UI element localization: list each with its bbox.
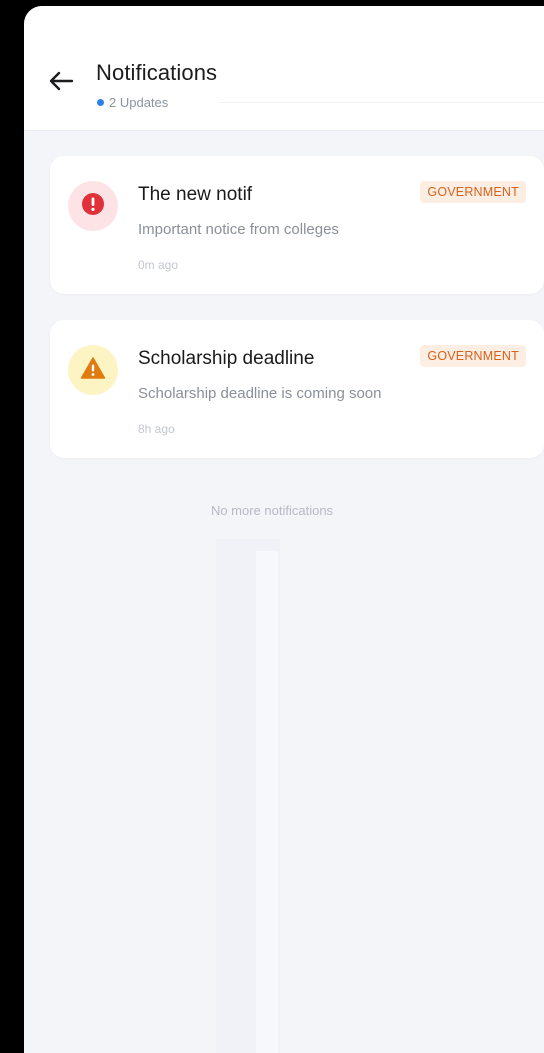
notification-card[interactable]: The new notif GOVERNMENT Important notic… bbox=[50, 156, 544, 294]
warning-triangle-icon bbox=[80, 356, 106, 385]
updates-indicator: 2 Updates bbox=[97, 95, 168, 110]
divider bbox=[220, 102, 544, 103]
notification-title: The new notif bbox=[138, 184, 253, 205]
update-dot-icon bbox=[97, 99, 104, 106]
notification-description: Scholarship deadline is coming soon bbox=[138, 385, 382, 402]
notification-time: 8h ago bbox=[138, 422, 175, 436]
alert-icon-badge bbox=[68, 181, 118, 231]
end-of-list-message: No more notifications bbox=[210, 503, 334, 518]
notification-description: Important notice from colleges bbox=[138, 221, 339, 238]
warning-icon-badge bbox=[68, 345, 118, 395]
back-button[interactable] bbox=[44, 66, 78, 100]
notification-card[interactable]: Scholarship deadline GOVERNMENT Scholars… bbox=[50, 320, 544, 458]
header: Notifications 2 Updates bbox=[24, 6, 544, 131]
notification-title: Scholarship deadline bbox=[138, 348, 315, 369]
app-screen: Notifications 2 Updates The new notif GO… bbox=[24, 6, 544, 1053]
list-background-strip bbox=[256, 551, 278, 1053]
category-badge: GOVERNMENT bbox=[420, 345, 526, 367]
arrow-left-icon bbox=[48, 70, 74, 97]
notification-time: 0m ago bbox=[138, 258, 179, 272]
category-badge: GOVERNMENT bbox=[420, 181, 526, 203]
updates-count: 2 Updates bbox=[109, 95, 169, 110]
alert-circle-icon bbox=[81, 192, 105, 221]
page-title: Notifications bbox=[96, 60, 218, 85]
